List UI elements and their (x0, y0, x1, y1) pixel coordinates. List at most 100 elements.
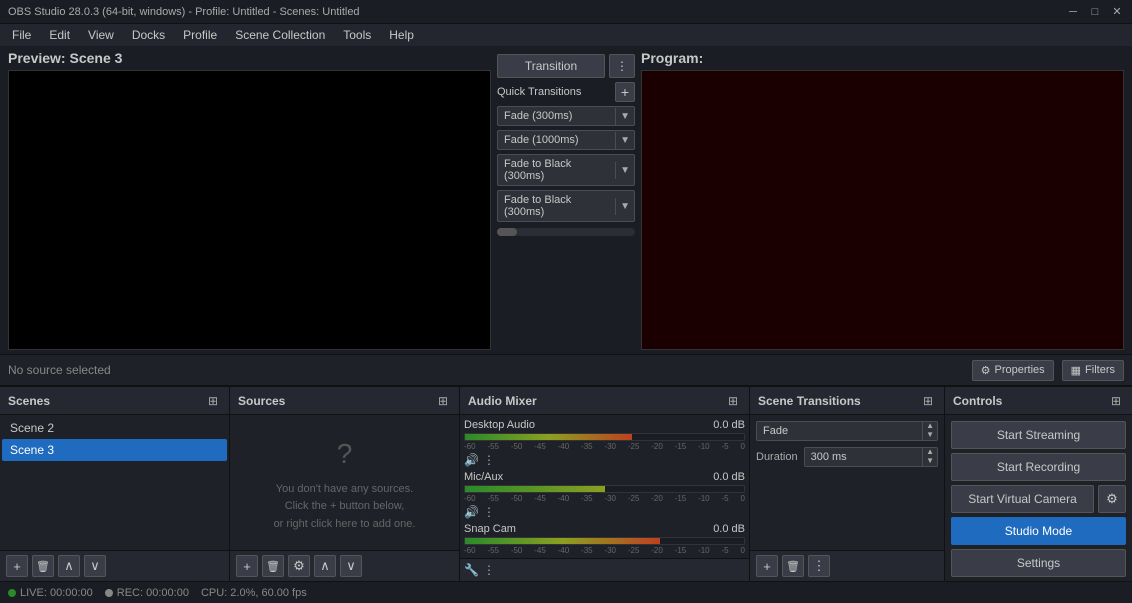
audio-track-snapcam: Snap Cam 0.0 dB -60-55-50-45-40-35-30-25… (464, 523, 745, 555)
audio-track-desktop-meter (464, 433, 745, 441)
controls-content: Start Streaming Start Recording Start Vi… (945, 415, 1132, 581)
properties-button[interactable]: ⚙ Properties (972, 360, 1054, 381)
audio-desktop-settings-button[interactable]: ⋮ (483, 453, 495, 467)
menu-help[interactable]: Help (381, 26, 422, 44)
transitions-panel-header: Scene Transitions ⊞ (750, 387, 944, 415)
sources-up-button[interactable]: ∧ (314, 555, 336, 577)
restore-button[interactable]: □ (1088, 5, 1102, 19)
bottom-panels: Scenes ⊞ Scene 2 Scene 3 + 🗑 ∧ ∨ Sources (0, 386, 1132, 581)
virtual-camera-gear-button[interactable]: ⚙ (1098, 485, 1126, 513)
studio-mode-button[interactable]: Studio Mode (951, 517, 1126, 545)
duration-arrow-down[interactable]: ▼ (926, 457, 934, 466)
transition-button[interactable]: Transition (497, 54, 605, 78)
audio-panel-footer: 🔧 ⋮ (460, 558, 749, 581)
audio-panel-icon-btn[interactable]: ⊞ (725, 393, 741, 409)
main-content: Preview: Scene 3 Transition ⋮ Quick Tran… (0, 46, 1132, 581)
program-section: Program: (641, 50, 1124, 350)
scenes-down-button[interactable]: ∨ (84, 555, 106, 577)
fade-dropdown-2[interactable]: Fade (1000ms) ▼ (497, 130, 635, 150)
sources-panel-icons: ⊞ (435, 393, 451, 409)
scenes-remove-button[interactable]: 🗑 (32, 555, 54, 577)
start-recording-button[interactable]: Start Recording (951, 453, 1126, 481)
scrollbar-thumb[interactable] (497, 228, 517, 236)
duration-arrows: ▲ ▼ (922, 448, 937, 466)
sources-panel: Sources ⊞ ? You don't have any sources.C… (230, 387, 460, 581)
controls-panel: Controls ⊞ Start Streaming Start Recordi… (945, 387, 1132, 581)
gear-icon: ⚙ (981, 364, 991, 377)
scene-transitions-panel: Scene Transitions ⊞ Fade ▲ ▼ Duration 30… (750, 387, 945, 581)
fade-dropdown-2-text: Fade (1000ms) (498, 131, 615, 149)
fade-dropdown-3-arrow: ▼ (615, 162, 634, 179)
fade-dropdown-3[interactable]: Fade to Black (300ms) ▼ (497, 154, 635, 186)
menu-profile[interactable]: Profile (175, 26, 225, 44)
audio-track-mic: Mic/Aux 0.0 dB -60-55-50-45-40-35-30-25-… (464, 471, 745, 519)
start-streaming-button[interactable]: Start Streaming (951, 421, 1126, 449)
sources-empty-text: You don't have any sources.Click the + b… (274, 481, 416, 534)
fade-dropdown-3-text: Fade to Black (300ms) (498, 155, 615, 185)
audio-content: Desktop Audio 0.0 dB -60-55-50-45-40-35-… (460, 415, 749, 558)
menu-edit[interactable]: Edit (41, 26, 78, 44)
fade-dropdown-1[interactable]: Fade (300ms) ▼ (497, 106, 635, 126)
sources-remove-button[interactable]: 🗑 (262, 555, 284, 577)
live-status: LIVE: 00:00:00 (8, 587, 93, 599)
transition-menu-button[interactable]: ⋮ (609, 54, 635, 78)
menu-scene-collection[interactable]: Scene Collection (227, 26, 333, 44)
sources-add-button[interactable]: + (236, 555, 258, 577)
fade-dropdown-1-text: Fade (300ms) (498, 107, 615, 125)
menu-docks[interactable]: Docks (124, 26, 173, 44)
transitions-content: Fade ▲ ▼ Duration 300 ms ▲ ▼ (750, 415, 944, 550)
sources-empty-icon: ? (337, 432, 353, 477)
audio-track-mic-name: Mic/Aux (464, 471, 503, 483)
duration-input[interactable]: 300 ms ▲ ▼ (804, 447, 938, 467)
sources-content[interactable]: ? You don't have any sources.Click the +… (230, 415, 459, 550)
virtual-camera-row: Start Virtual Camera ⚙ (951, 485, 1126, 513)
preview-canvas (8, 70, 491, 350)
sources-panel-icon-btn[interactable]: ⊞ (435, 393, 451, 409)
controls-panel-icon-btn[interactable]: ⊞ (1108, 393, 1124, 409)
settings-button[interactable]: Settings (951, 549, 1126, 577)
scenes-up-button[interactable]: ∧ (58, 555, 80, 577)
transitions-panel-icon-btn[interactable]: ⊞ (920, 393, 936, 409)
audio-footer-icon-button[interactable]: 🔧 (464, 563, 479, 577)
transitions-type-dropdown[interactable]: Fade ▲ ▼ (756, 421, 938, 441)
transitions-arrow-down[interactable]: ▼ (926, 431, 934, 440)
transition-btn-row: Transition ⋮ (497, 54, 635, 78)
audio-mic-mute-button[interactable]: 🔊 (464, 505, 479, 519)
audio-desktop-mute-button[interactable]: 🔊 (464, 453, 479, 467)
scene-item-scene3[interactable]: Scene 3 (2, 439, 227, 461)
sources-down-button[interactable]: ∨ (340, 555, 362, 577)
audio-track-desktop-header: Desktop Audio 0.0 dB (464, 419, 745, 431)
menu-tools[interactable]: Tools (335, 26, 379, 44)
program-canvas (641, 70, 1124, 350)
audio-track-snapcam-labels: -60-55-50-45-40-35-30-25-20-15-10-50 (464, 546, 745, 555)
sources-panel-footer: + 🗑 ⚙ ∧ ∨ (230, 550, 459, 581)
transitions-remove-button[interactable]: 🗑 (782, 555, 804, 577)
scene-item-scene2[interactable]: Scene 2 (2, 417, 227, 439)
transitions-add-button[interactable]: + (756, 555, 778, 577)
sources-settings-button[interactable]: ⚙ (288, 555, 310, 577)
quick-transitions-label: Quick Transitions (497, 86, 581, 98)
status-bar: LIVE: 00:00:00 REC: 00:00:00 CPU: 2.0%, … (0, 581, 1132, 603)
filters-button[interactable]: ▦ Filters (1062, 360, 1124, 381)
audio-mic-settings-button[interactable]: ⋮ (483, 505, 495, 519)
controls-panel-title: Controls (953, 394, 1002, 408)
start-virtual-camera-button[interactable]: Start Virtual Camera (951, 485, 1094, 513)
rec-indicator (105, 589, 113, 597)
scrollbar-track[interactable] (497, 228, 635, 236)
close-button[interactable]: ✕ (1110, 5, 1124, 19)
scenes-add-button[interactable]: + (6, 555, 28, 577)
fade-dropdown-4-text: Fade to Black (300ms) (498, 191, 615, 221)
minimize-button[interactable]: ─ (1066, 5, 1080, 19)
audio-panel: Audio Mixer ⊞ Desktop Audio 0.0 dB - (460, 387, 750, 581)
scenes-panel-icons: ⊞ (205, 393, 221, 409)
transitions-menu-button[interactable]: ⋮ (808, 555, 830, 577)
cpu-label: CPU: 2.0%, 60.00 fps (201, 587, 307, 599)
fade-dropdown-4[interactable]: Fade to Black (300ms) ▼ (497, 190, 635, 222)
transitions-panel-title: Scene Transitions (758, 394, 861, 408)
rec-status: REC: 00:00:00 (105, 587, 189, 599)
scenes-panel-icon-btn[interactable]: ⊞ (205, 393, 221, 409)
audio-footer-menu-button[interactable]: ⋮ (483, 563, 495, 577)
menu-file[interactable]: File (4, 26, 39, 44)
add-quick-transition-button[interactable]: + (615, 82, 635, 102)
menu-view[interactable]: View (80, 26, 122, 44)
